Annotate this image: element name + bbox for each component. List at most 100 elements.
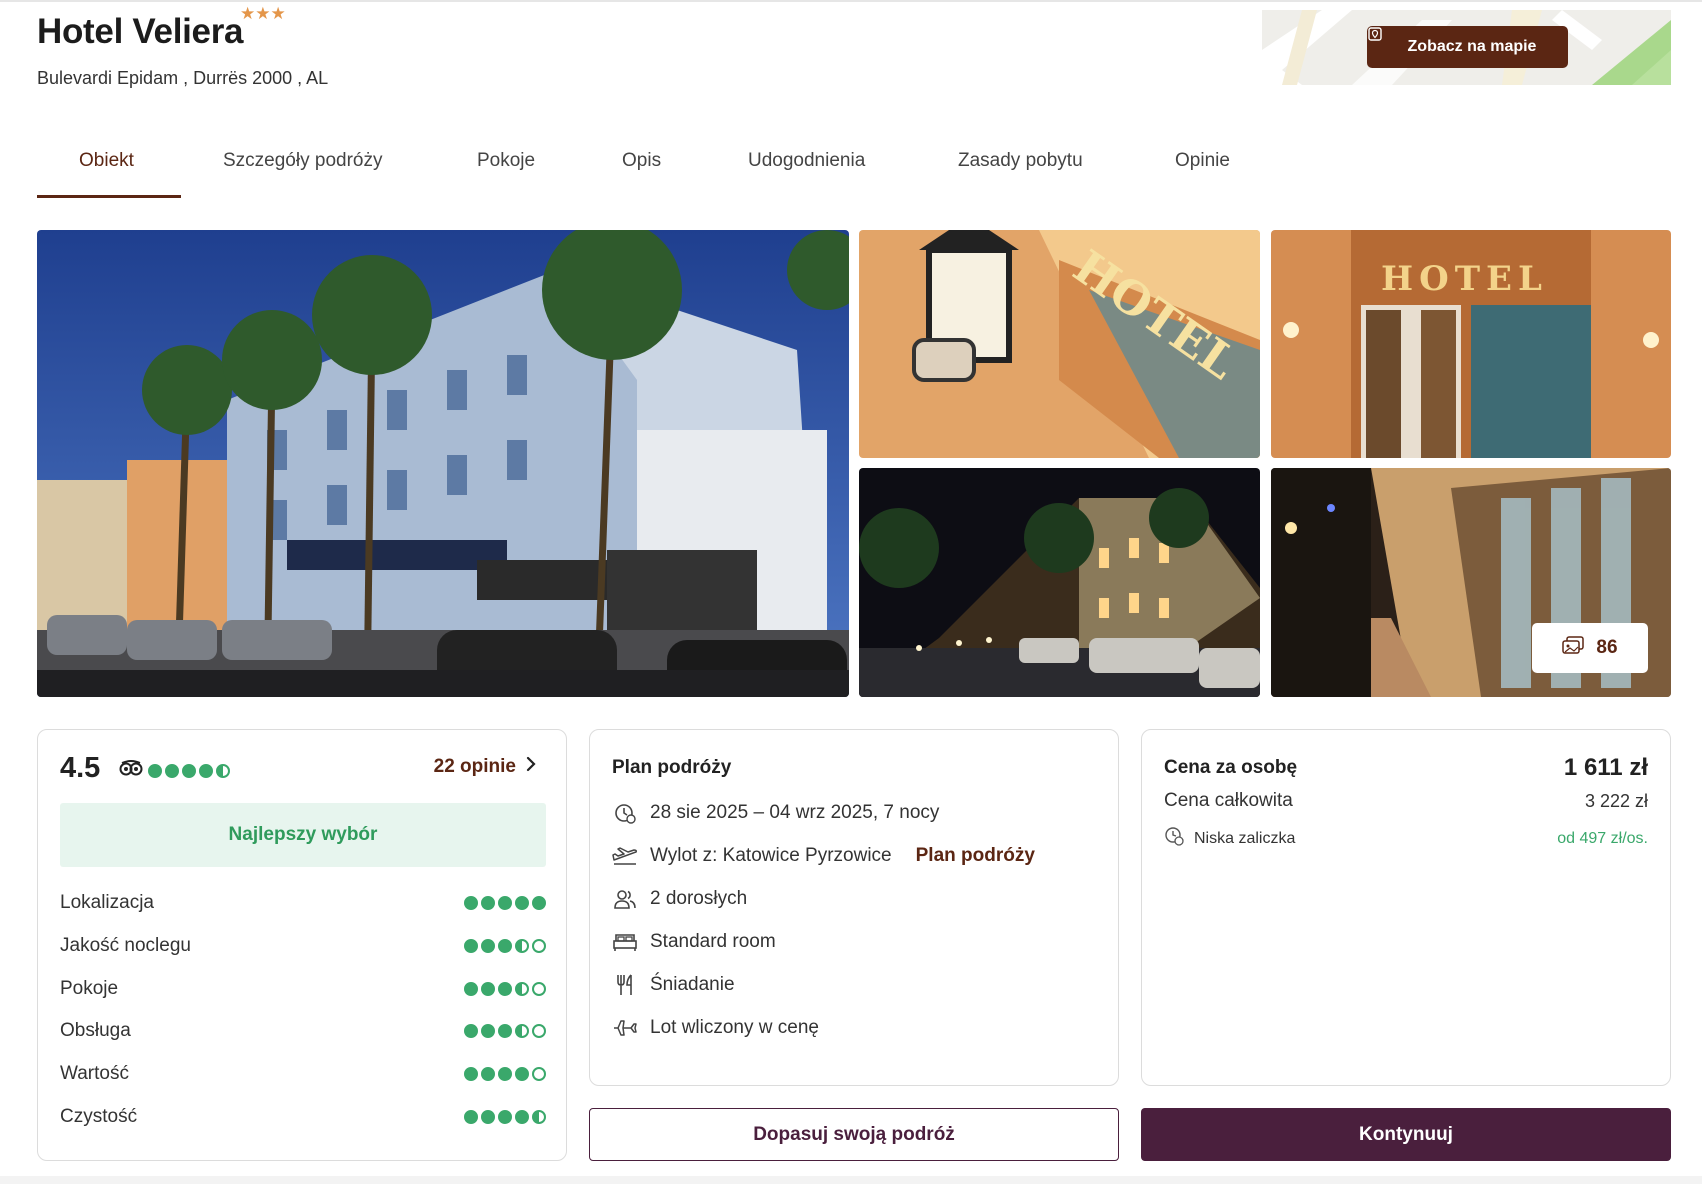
overall-rating-dots [148,763,230,778]
photo-count-button[interactable]: 86 [1532,623,1648,673]
rating-dot [515,1110,529,1124]
rating-dot [481,1024,495,1038]
tab-opinie[interactable]: Opinie [1175,150,1230,172]
rating-dot [498,1067,512,1081]
rating-dot [498,1024,512,1038]
rating-dot [481,896,495,910]
coins-clock-icon [1164,826,1184,851]
rating-score: 4.5 [60,752,101,784]
rating-category-label: Lokalizacja [60,892,154,913]
plan-guests-row: 2 dorosłych [612,886,747,912]
section-tabs: Obiekt Szczegóły podróży Pokoje Opis Udo… [37,140,1671,198]
view-on-map-label: Zobacz na mapie [1407,38,1537,55]
rating-category-row: Obsługa [60,1020,546,1042]
plan-dates-row: 28 sie 2025 – 04 wrz 2025, 7 nocy [612,800,939,826]
rating-dot [498,1110,512,1124]
plan-guests: 2 dorosłych [650,888,748,909]
deposit-label: Niska zaliczka [1194,829,1296,847]
rating-dot [498,896,512,910]
plan-details-link[interactable]: Plan podróży [916,845,1035,867]
plan-departure: Wylot z: Katowice Pyrzowice [650,845,892,866]
overall-rating [119,760,230,781]
continue-button[interactable]: Kontynuuj [1141,1108,1671,1161]
plan-room-row: Standard room [612,929,776,955]
view-on-map-button[interactable]: Zobacz na mapie [1367,26,1568,68]
rating-dot [515,1024,529,1038]
photo-count: 86 [1596,637,1618,658]
gallery-photo-3[interactable]: HOTEL [1271,230,1671,458]
rating-dot [532,1067,546,1081]
chevron-right-icon [526,756,536,778]
tab-udogodnienia[interactable]: Udogodnienia [748,150,865,172]
gallery-photo-2[interactable]: HOTEL [859,230,1260,458]
price-per-person-label: Cena za osobę [1164,757,1298,778]
rating-dot [532,1110,546,1124]
rating-category-label: Obsługa [60,1020,131,1041]
rating-dot [481,1110,495,1124]
price-per-person-row: Cena za osobę 1 611 zł [1164,754,1648,782]
tab-pokoje[interactable]: Pokoje [477,150,535,172]
price-per-person-value: 1 611 zł [1563,754,1648,781]
plan-departure-row: Wylot z: Katowice Pyrzowice Plan podróży [612,843,1035,869]
rating-category-row: Jakość noclegu [60,935,546,957]
rating-dot [182,763,196,778]
tab-obiekt[interactable]: Obiekt [79,150,134,172]
rating-dot [498,982,512,996]
best-choice-badge: Najlepszy wybór [60,803,546,867]
price-card: Cena za osobę 1 611 zł Cena całkowita 3 … [1141,729,1671,1086]
bottom-strip [0,1176,1702,1184]
customize-trip-button[interactable]: Dopasuj swoją podróż [589,1108,1119,1161]
rating-category-row: Pokoje [60,978,546,1000]
gallery-main-photo[interactable] [37,230,849,697]
rating-category-dots [464,896,546,910]
rating-dot [481,1067,495,1081]
gallery-photo-4[interactable] [859,468,1260,697]
rating-category-row: Czystość [60,1106,546,1128]
rating-dot [148,763,162,778]
plan-flight: Lot wliczony w cenę [650,1017,819,1038]
rating-dot [481,939,495,953]
rating-dot [515,896,529,910]
rating-category-dots [464,1024,546,1038]
tab-opis[interactable]: Opis [622,150,661,172]
rating-category-row: Lokalizacja [60,892,546,914]
rating-category-label: Pokoje [60,978,119,999]
hotel-stars: ★★★ [240,4,286,23]
rating-dot [216,763,230,778]
rating-dot [464,1110,478,1124]
rating-dot [515,1067,529,1081]
deposit-row: Niska zaliczka od 497 zł/os. [1164,826,1648,851]
photos-icon [1562,636,1585,660]
tab-szczegoly-podrozy[interactable]: Szczegóły podróży [223,150,382,172]
plan-flight-row: Lot wliczony w cenę [612,1015,819,1041]
reviews-link[interactable]: 22 opinie [434,756,536,778]
map-preview[interactable]: Zobacz na mapie [1262,10,1671,85]
plan-board: Śniadanie [650,974,735,995]
deposit-info: Niska zaliczka [1164,826,1295,851]
deposit-value: od 497 zł/os. [1557,829,1648,847]
rating-category-label: Jakość noclegu [60,935,191,956]
rating-dot [532,939,546,953]
rating-category-dots [464,939,546,953]
fork-knife-icon [612,972,638,998]
travel-plan-title: Plan podróży [612,757,732,778]
rating-category-dots [464,982,546,996]
plane-departure-icon [612,843,638,869]
tripadvisor-owl-icon [119,760,143,781]
rating-dot [532,1024,546,1038]
rating-category-label: Wartość [60,1063,129,1084]
rating-dot [464,1024,478,1038]
rating-category-dots [464,1067,546,1081]
hotel-name: Hotel Veliera [37,12,244,51]
rating-category-row: Wartość [60,1063,546,1085]
rating-dot [515,982,529,996]
plan-board-row: Śniadanie [612,972,735,998]
rating-dot [532,896,546,910]
rating-dot [464,896,478,910]
price-total-label: Cena całkowita [1164,790,1293,811]
tab-zasady-pobytu[interactable]: Zasady pobytu [958,150,1083,172]
rating-category-label: Czystość [60,1106,138,1127]
top-divider [0,0,1702,2]
rating-dot [532,982,546,996]
plane-icon [612,1015,638,1041]
